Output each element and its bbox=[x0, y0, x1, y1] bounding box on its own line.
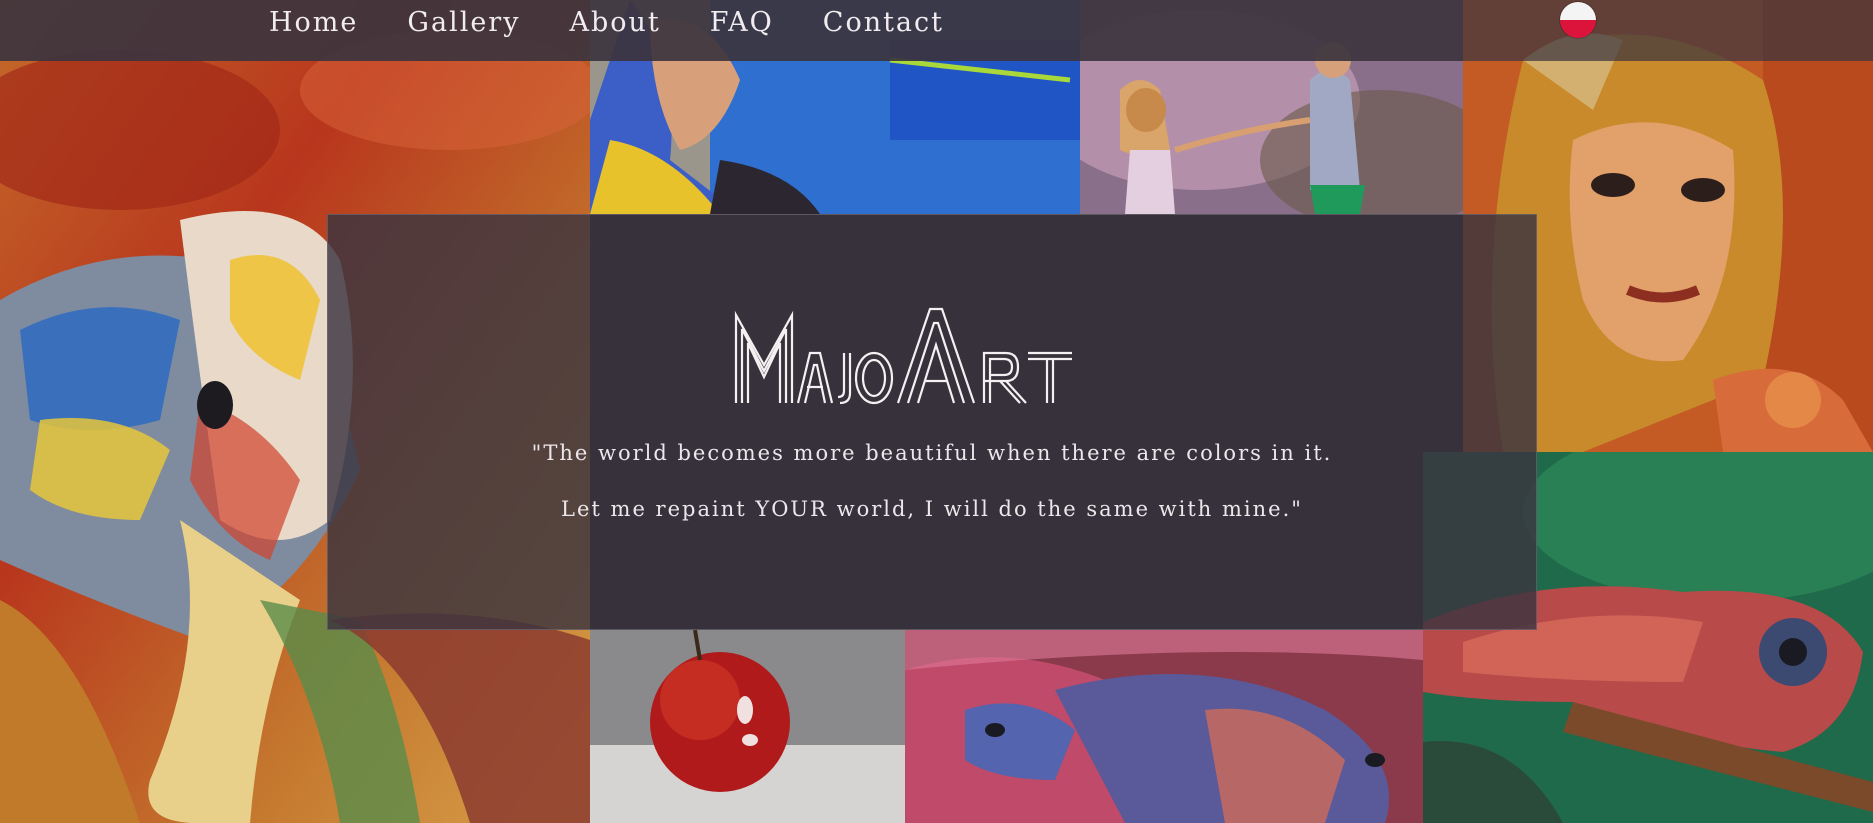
painting-apple bbox=[590, 630, 905, 823]
poland-flag-icon[interactable] bbox=[1560, 2, 1596, 38]
nav-about-link[interactable]: About bbox=[569, 4, 660, 42]
nav-home-link[interactable]: Home bbox=[269, 4, 358, 42]
nav-faq-link[interactable]: FAQ bbox=[710, 4, 774, 42]
nav-contact-link[interactable]: Contact bbox=[823, 4, 944, 42]
hero-quote-line-1: "The world becomes more beautiful when t… bbox=[531, 441, 1333, 465]
hero-panel: "The world becomes more beautiful when t… bbox=[327, 214, 1537, 630]
top-navbar: Home Gallery About FAQ Contact bbox=[0, 0, 1463, 61]
hero-quote-line-2: Let me repaint YOUR world, I will do the… bbox=[561, 497, 1303, 521]
navbar-right-area bbox=[1463, 0, 1873, 61]
painting-colorful-animals bbox=[905, 630, 1423, 823]
majoart-logo bbox=[734, 305, 1074, 405]
main-nav: Home Gallery About FAQ Contact bbox=[269, 4, 993, 42]
nav-gallery-link[interactable]: Gallery bbox=[407, 4, 520, 42]
